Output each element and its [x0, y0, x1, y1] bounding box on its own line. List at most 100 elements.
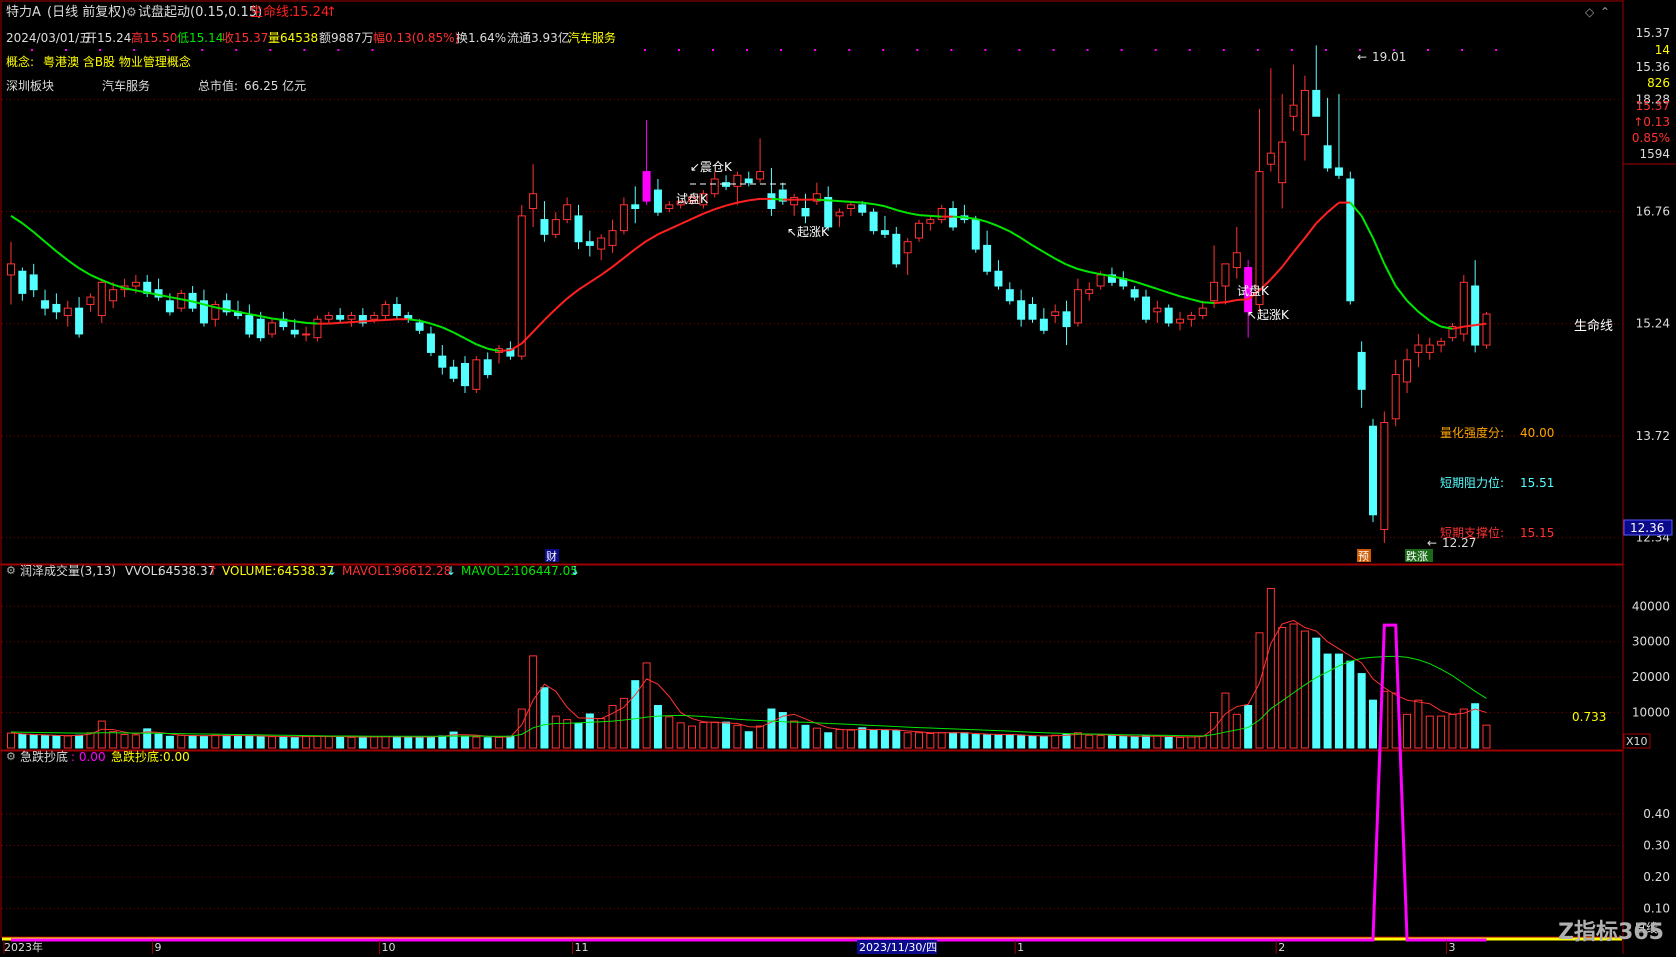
signal-dot — [780, 49, 783, 51]
lifeline-segment — [680, 217, 693, 225]
lifeline-segment — [907, 211, 920, 217]
volume-bar — [1244, 704, 1253, 749]
lifeline-segment — [1191, 298, 1204, 304]
period-label[interactable]: (日线 前复权) — [47, 4, 126, 20]
cai-tag[interactable]: 财 — [546, 549, 557, 563]
signal-dot — [950, 49, 953, 51]
signal-dot — [133, 49, 136, 51]
volume-bar — [404, 736, 413, 749]
lifeline-segment — [1066, 263, 1079, 270]
lifeline-segment — [1360, 215, 1374, 239]
volume-bar — [971, 734, 980, 749]
lifeline-segment — [748, 197, 761, 202]
candle-body — [790, 196, 799, 206]
candle-body — [131, 281, 140, 287]
volume-bar — [1096, 735, 1105, 749]
volume-bar — [347, 736, 356, 749]
yu-tag[interactable]: 预 — [1358, 550, 1369, 563]
candle-body — [619, 204, 628, 232]
candle-body — [574, 215, 583, 243]
volume-bar — [653, 704, 662, 749]
high-value: 15.50 — [143, 31, 177, 45]
volume-bar — [1312, 637, 1321, 749]
volume-indicator-name[interactable]: 润泽成交量(3,13) — [20, 563, 116, 578]
volume-tick-label: 20000 — [1632, 670, 1670, 684]
amount-value: 9887万 — [331, 31, 374, 45]
volume-bar — [290, 736, 299, 749]
candle-body — [41, 300, 50, 309]
volume-bar — [211, 734, 220, 749]
candle-body — [313, 318, 322, 339]
volume-bar — [1437, 715, 1446, 749]
lifeline-segment — [668, 223, 682, 231]
indicator-name[interactable]: 试盘起动(0.15,0.15) — [138, 4, 262, 20]
volume-bar — [75, 734, 84, 749]
low-value: 15.14 — [189, 31, 223, 45]
candle-body — [585, 241, 594, 246]
volume-bar — [960, 732, 969, 749]
signal-dot — [916, 49, 919, 51]
stock-title[interactable]: 特力A — [6, 5, 41, 20]
volume-bar — [154, 733, 163, 749]
volume-bar — [824, 732, 833, 749]
change-value: 0.13(0.85%) — [385, 31, 459, 45]
lifeline-segment — [1157, 288, 1170, 294]
right-top-b: 15.36 — [1636, 60, 1670, 74]
candle-body — [835, 211, 844, 217]
volume-panel-icon[interactable]: ⚙ — [6, 564, 16, 577]
lifeline-segment — [90, 274, 103, 282]
candle-body — [733, 174, 742, 187]
candle-body — [1164, 307, 1173, 324]
signal-dot — [712, 49, 714, 51]
volume-bar — [540, 687, 549, 749]
qizhang-label-2: ↖起涨K — [1247, 307, 1290, 322]
candle-body — [1005, 289, 1014, 302]
amount-label: 额 — [319, 31, 331, 45]
candle-body — [983, 244, 992, 272]
volume-bar — [949, 732, 958, 749]
signal-tick-label: 0.20 — [1643, 870, 1670, 884]
candle-body — [756, 171, 765, 180]
signal-panel-icon[interactable]: ⚙ — [6, 750, 16, 763]
vvol-label: VVOL: — [125, 564, 161, 578]
volume-tick-label: 30000 — [1632, 635, 1670, 649]
volume-bar — [1130, 736, 1139, 749]
signal-dot — [1461, 49, 1464, 51]
lifeline-segment — [589, 274, 602, 284]
lifeline-segment — [306, 321, 318, 325]
concept-label: 概念: — [6, 54, 34, 69]
chevron-left-icon[interactable]: ◇ — [1585, 5, 1595, 19]
signal-name[interactable]: 急跌抄底 — [20, 749, 68, 764]
volume-bar — [517, 708, 526, 749]
vol-label: 量 — [268, 31, 280, 45]
qizhang-label-1: ↖起涨K — [787, 224, 830, 239]
lifeline-label: 生命线: — [250, 4, 293, 20]
volume-bars[interactable] — [7, 588, 1491, 749]
stock-chart-svg[interactable]: 12.3413.7215.2416.7618.28100002000030000… — [0, 0, 1676, 954]
lifeline-value: 15.24 — [292, 5, 329, 20]
volume-bar — [1459, 708, 1468, 749]
candle-body — [1266, 152, 1275, 165]
lifeline-segment — [1315, 211, 1329, 224]
industry-label[interactable]: 汽车服务 — [568, 30, 616, 45]
candle-body — [461, 362, 469, 387]
volume-bar — [370, 736, 379, 749]
volume-bar — [1403, 713, 1412, 749]
candle-body — [381, 303, 390, 317]
volume-bar — [1198, 735, 1207, 749]
chevron-up-icon[interactable]: ⌃ — [1600, 5, 1610, 19]
candle-body — [426, 333, 435, 353]
volume-bar — [994, 734, 1003, 749]
low-mark-label: ← — [1427, 536, 1437, 550]
lifeline-segment — [771, 197, 783, 201]
signal-dot — [65, 49, 68, 51]
candle-body — [563, 204, 572, 221]
price-tick-label: 16.76 — [1636, 204, 1670, 218]
sector-label: 汽车服务 — [102, 78, 150, 93]
gear-icon[interactable]: ⚙ — [126, 5, 137, 19]
volume-bar — [699, 721, 708, 749]
candle-body — [1403, 359, 1412, 383]
diezhang-tag[interactable]: 跌涨 — [1406, 549, 1428, 563]
mavol2-arrow: ↓ — [570, 564, 580, 578]
candle-body — [86, 296, 95, 305]
